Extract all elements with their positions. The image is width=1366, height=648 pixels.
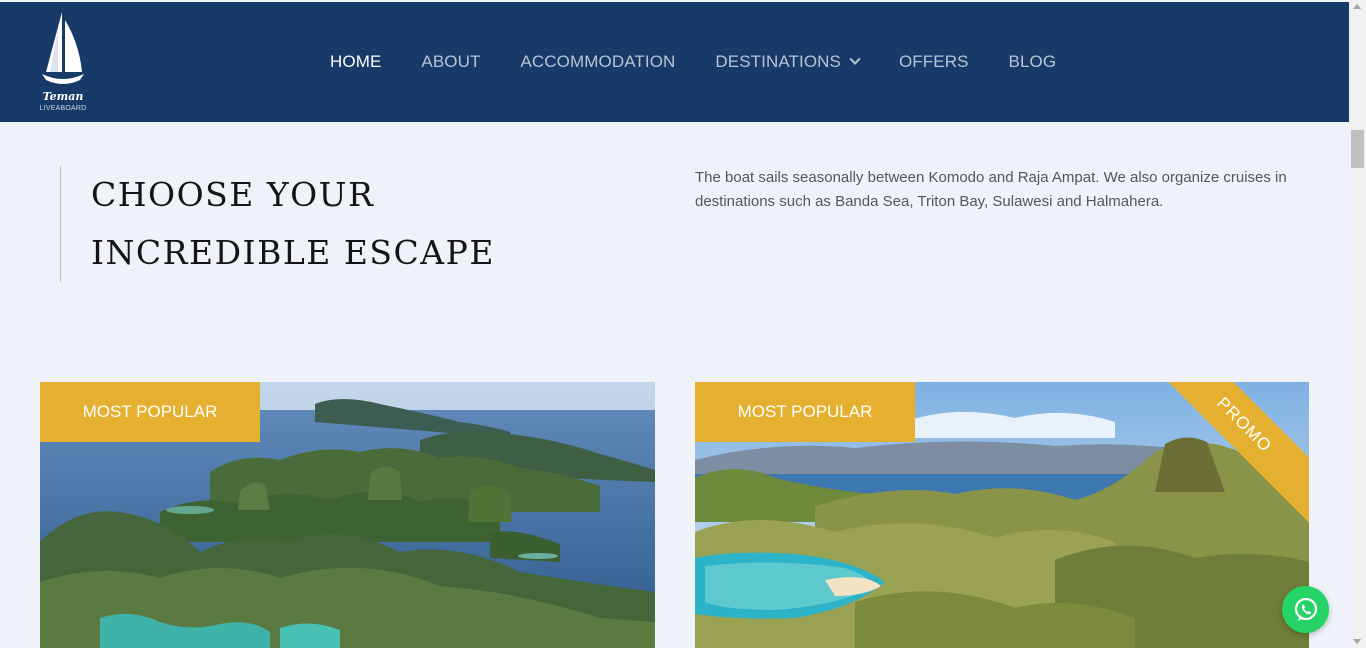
destination-card-raja-ampat[interactable]: MOST POPULAR: [40, 382, 655, 648]
nav-accommodation[interactable]: ACCOMMODATION: [520, 52, 675, 72]
destination-card-komodo[interactable]: MOST POPULAR PROMO: [695, 382, 1309, 648]
scroll-down-arrow-icon[interactable]: [1353, 639, 1361, 644]
main-nav: HOME ABOUT ACCOMMODATION DESTINATIONS OF…: [330, 2, 1096, 122]
most-popular-badge: MOST POPULAR: [40, 382, 260, 442]
scroll-up-arrow-icon[interactable]: [1353, 4, 1361, 9]
sailboat-logo-icon: [42, 12, 84, 84]
heading-line-2: INCREDIBLE ESCAPE: [91, 233, 495, 272]
site-logo[interactable]: Teman LIVEABOARD: [38, 10, 88, 114]
whatsapp-icon: [1294, 597, 1317, 621]
heading-line-1: CHOOSE YOUR: [91, 175, 375, 214]
logo-subtitle: LIVEABOARD: [39, 105, 87, 112]
page-scrollbar[interactable]: [1349, 0, 1366, 648]
nav-blog[interactable]: BLOG: [1009, 52, 1057, 72]
nav-destinations[interactable]: DESTINATIONS: [715, 52, 861, 72]
chevron-down-icon: [849, 53, 861, 65]
logo-wordmark: Teman: [42, 90, 84, 103]
nav-about[interactable]: ABOUT: [421, 52, 480, 72]
site-header: Teman LIVEABOARD HOME ABOUT ACCOMMODATIO…: [0, 2, 1349, 122]
whatsapp-button[interactable]: [1282, 586, 1329, 633]
nav-offers[interactable]: OFFERS: [899, 52, 969, 72]
intro-description: The boat sails seasonally between Komodo…: [695, 169, 1287, 210]
most-popular-badge: MOST POPULAR: [695, 382, 915, 442]
nav-home[interactable]: HOME: [330, 52, 381, 72]
section-heading: CHOOSE YOUR INCREDIBLE ESCAPE: [60, 166, 495, 282]
nav-destinations-label: DESTINATIONS: [715, 52, 841, 71]
scrollbar-thumb[interactable]: [1351, 130, 1364, 168]
